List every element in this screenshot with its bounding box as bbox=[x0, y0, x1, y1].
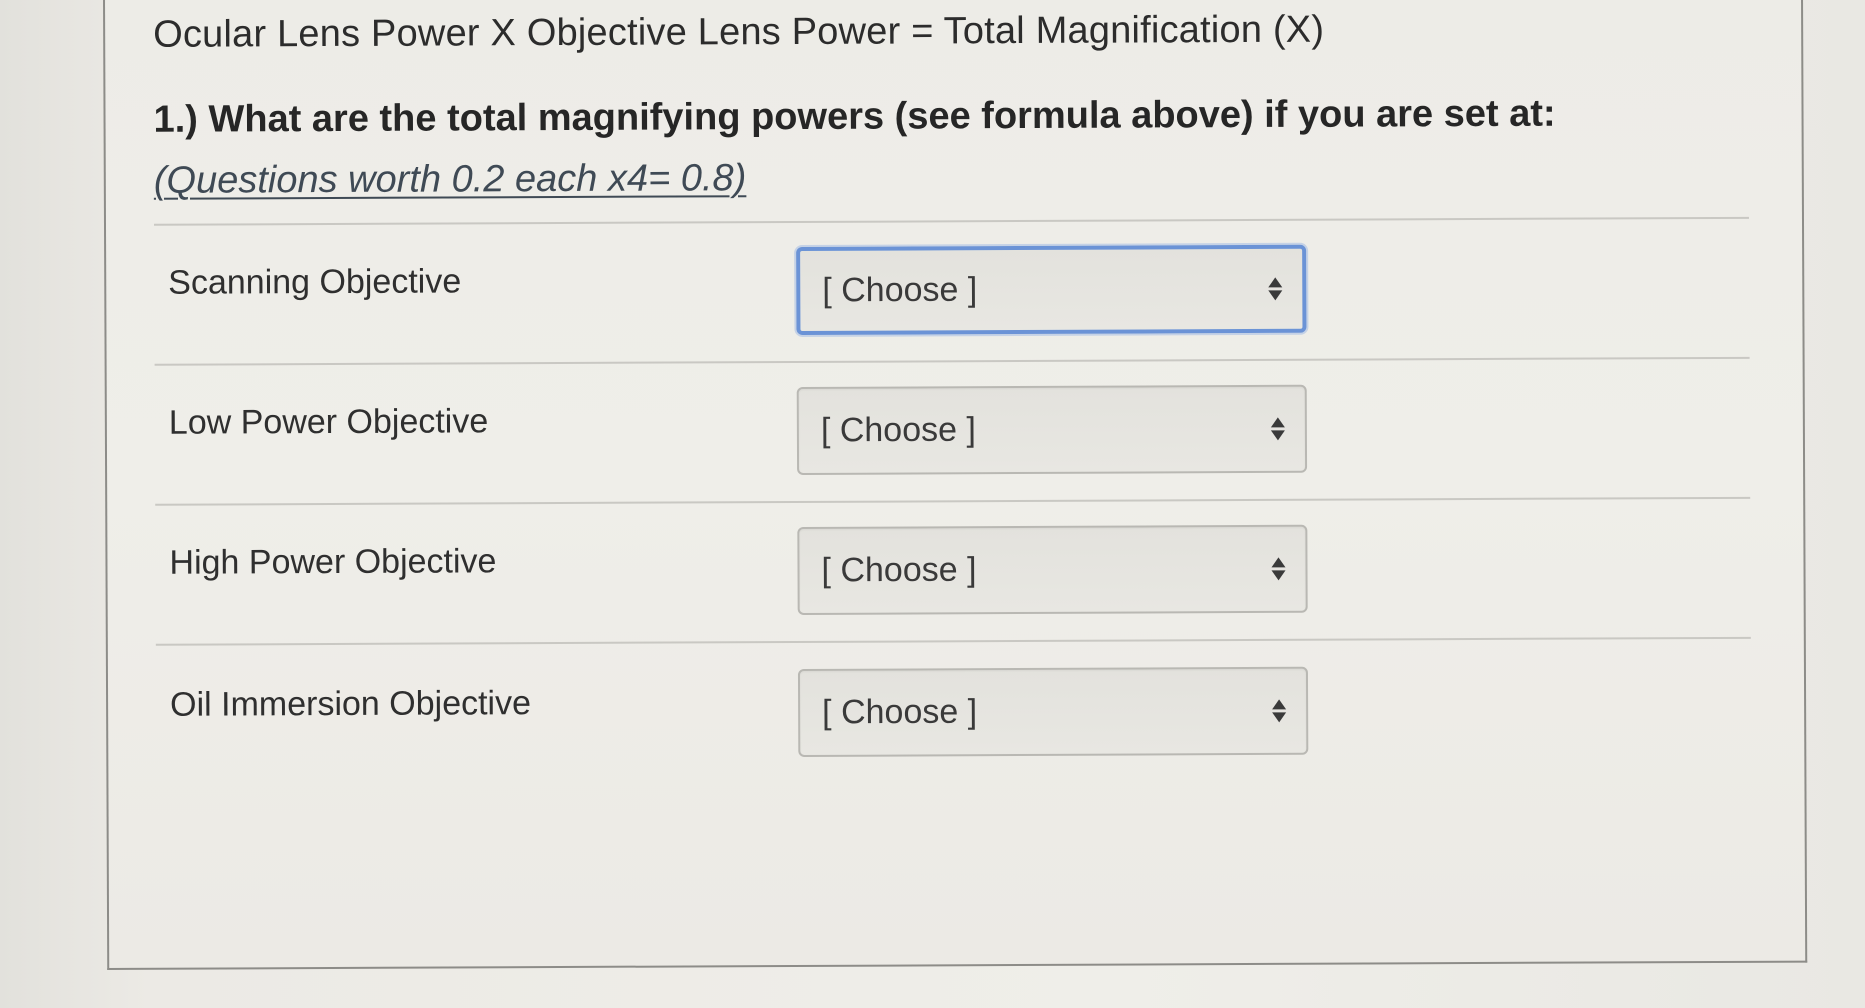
formula-heading: Ocular Lens Power X Objective Lens Power… bbox=[153, 8, 1325, 56]
select-value: [ Choose ] bbox=[822, 270, 978, 310]
row-label-oil-immersion-objective: Oil Immersion Objective bbox=[170, 684, 532, 724]
question-card: Ocular Lens Power X Objective Lens Power… bbox=[103, 0, 1808, 970]
scanning-objective-select[interactable]: [ Choose ] bbox=[796, 244, 1307, 335]
question-worth-note: (Questions worth 0.2 each x4= 0.8) bbox=[153, 157, 747, 202]
divider bbox=[155, 496, 1751, 506]
oil-immersion-objective-select[interactable]: [ Choose ] bbox=[797, 666, 1309, 757]
row-label-low-power-objective: Low Power Objective bbox=[168, 402, 489, 442]
up-down-arrows-icon bbox=[1271, 557, 1286, 581]
row-label-scanning-objective: Scanning Objective bbox=[168, 262, 462, 302]
divider bbox=[154, 356, 1750, 366]
up-down-arrows-icon bbox=[1272, 699, 1287, 723]
divider bbox=[155, 636, 1751, 646]
select-value: [ Choose ] bbox=[820, 410, 976, 450]
question-prompt: 1.) What are the total magnifying powers… bbox=[153, 92, 1556, 141]
divider bbox=[153, 216, 1749, 226]
low-power-objective-select[interactable]: [ Choose ] bbox=[796, 384, 1308, 475]
select-value: [ Choose ] bbox=[822, 692, 978, 732]
page: Ocular Lens Power X Objective Lens Power… bbox=[0, 0, 1865, 1008]
up-down-arrows-icon bbox=[1270, 417, 1285, 441]
up-down-arrows-icon bbox=[1268, 277, 1283, 301]
select-value: [ Choose ] bbox=[821, 550, 977, 590]
high-power-objective-select[interactable]: [ Choose ] bbox=[797, 524, 1308, 615]
question-text: 1.) What are the total magnifying powers… bbox=[153, 83, 1734, 212]
row-label-high-power-objective: High Power Objective bbox=[169, 542, 497, 582]
